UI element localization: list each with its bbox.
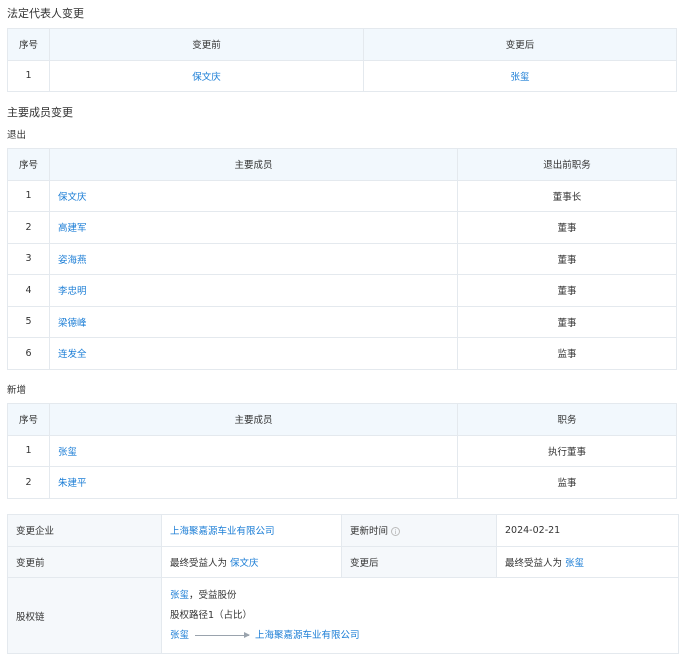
table-header-row: 序号 主要成员 职务	[7, 403, 677, 436]
beneficiary-info-table: 变更企业 上海聚嘉源车业有限公司 更新时间 i 2024-02-21 变更前 最终…	[7, 514, 679, 654]
person-link[interactable]: 张玺	[510, 72, 529, 83]
member-cell: 梁德峰	[49, 305, 458, 338]
role-cell: 监事	[457, 337, 677, 370]
member-cell: 连发全	[49, 337, 458, 370]
added-subtitle: 新增	[7, 385, 27, 396]
col-member-header: 主要成员	[49, 148, 458, 181]
after-cell: 最终受益人为 张玺	[496, 545, 679, 578]
role-cell: 董事	[457, 211, 677, 244]
member-cell: 保文庆	[49, 179, 458, 212]
company-link[interactable]: 上海聚嘉源车业有限公司	[170, 526, 275, 537]
role-cell: 董事	[457, 242, 677, 275]
chain-holder-line: 张玺，受益股份	[170, 586, 670, 606]
table-row: 2 朱建平 监事	[7, 466, 677, 499]
member-cell: 朱建平	[49, 466, 458, 499]
member-cell: 高建军	[49, 211, 458, 244]
row-index: 3	[7, 242, 50, 275]
table-row: 5 梁德峰 董事	[7, 305, 677, 338]
legal-rep-table: 序号 变更前 变更后 1 保文庆 张玺	[7, 28, 677, 92]
row-index: 6	[7, 337, 50, 370]
info-row: 变更企业 上海聚嘉源车业有限公司 更新时间 i 2024-02-21	[7, 514, 679, 547]
role-cell: 董事	[457, 305, 677, 338]
row-index: 2	[7, 466, 50, 499]
company-link[interactable]: 上海聚嘉源车业有限公司	[255, 630, 360, 641]
legal-rep-section-title: 法定代表人变更	[7, 7, 84, 20]
exit-members-table: 序号 主要成员 退出前职务 1 保文庆 董事长 2 高建军 董事 3 姿海燕 董…	[7, 148, 677, 370]
members-section-title: 主要成员变更	[7, 106, 73, 119]
table-row: 1 保文庆 董事长	[7, 179, 677, 212]
before-prefix: 最终受益人为	[170, 557, 228, 569]
member-link[interactable]: 李忠明	[58, 286, 87, 297]
col-role-header: 退出前职务	[457, 148, 677, 181]
col-role-header: 职务	[457, 403, 677, 436]
member-cell: 李忠明	[49, 274, 458, 307]
row-index: 1	[7, 434, 50, 467]
info-icon[interactable]: i	[391, 527, 401, 537]
person-link[interactable]: 保文庆	[192, 72, 221, 83]
chain-holder-suffix: ，受益股份	[189, 589, 237, 601]
chain-path-line: 张玺 上海聚嘉源车业有限公司	[170, 626, 670, 646]
company-label: 变更企业	[7, 514, 162, 547]
role-cell: 执行董事	[457, 434, 677, 467]
member-link[interactable]: 姿海燕	[58, 255, 87, 266]
member-link[interactable]: 保文庆	[58, 192, 87, 203]
person-link[interactable]: 张玺	[170, 590, 189, 601]
update-time-label: 更新时间	[350, 526, 389, 538]
exit-subtitle: 退出	[7, 130, 27, 141]
table-row: 1 保文庆 张玺	[7, 59, 677, 92]
after-prefix: 最终受益人为	[505, 557, 563, 569]
col-member-header: 主要成员	[49, 403, 458, 436]
person-link[interactable]: 保文庆	[230, 558, 259, 569]
after-label: 变更后	[341, 545, 497, 578]
row-index: 2	[7, 211, 50, 244]
member-link[interactable]: 连发全	[58, 349, 87, 360]
chain-label: 股权链	[7, 577, 162, 654]
table-header-row: 序号 主要成员 退出前职务	[7, 148, 677, 181]
role-cell: 董事长	[457, 179, 677, 212]
role-cell: 董事	[457, 274, 677, 307]
person-link[interactable]: 张玺	[170, 630, 189, 641]
update-time-label-cell: 更新时间 i	[341, 514, 497, 547]
legal-rep-after-cell: 张玺	[363, 59, 677, 92]
table-header-row: 序号 变更前 变更后	[7, 28, 677, 61]
arrow-right-icon	[195, 631, 251, 638]
chain-cell: 张玺，受益股份 股权路径1（占比） 张玺 上海聚嘉源车业有限公司	[161, 577, 679, 654]
row-index: 5	[7, 305, 50, 338]
row-index: 4	[7, 274, 50, 307]
col-after-header: 变更后	[363, 28, 677, 61]
row-index: 1	[7, 179, 50, 212]
legal-rep-before-cell: 保文庆	[49, 59, 364, 92]
table-row: 1 张玺 执行董事	[7, 434, 677, 467]
col-index-header: 序号	[7, 28, 50, 61]
update-time-value: 2024-02-21	[496, 514, 679, 547]
col-index-header: 序号	[7, 403, 50, 436]
chain-path-title: 股权路径1（占比）	[170, 609, 253, 621]
member-link[interactable]: 张玺	[58, 447, 77, 458]
col-before-header: 变更前	[49, 28, 364, 61]
before-cell: 最终受益人为 保文庆	[161, 545, 342, 578]
member-link[interactable]: 梁德峰	[58, 318, 87, 329]
company-cell: 上海聚嘉源车业有限公司	[161, 514, 342, 547]
info-row: 股权链 张玺，受益股份 股权路径1（占比） 张玺 上海聚嘉源车业有限公司	[7, 577, 679, 654]
table-row: 3 姿海燕 董事	[7, 242, 677, 275]
member-cell: 姿海燕	[49, 242, 458, 275]
role-cell: 监事	[457, 466, 677, 499]
member-link[interactable]: 高建军	[58, 223, 87, 234]
col-index-header: 序号	[7, 148, 50, 181]
added-members-table: 序号 主要成员 职务 1 张玺 执行董事 2 朱建平 监事	[7, 403, 677, 499]
member-link[interactable]: 朱建平	[58, 478, 87, 489]
row-index: 1	[7, 59, 50, 92]
table-row: 4 李忠明 董事	[7, 274, 677, 307]
member-cell: 张玺	[49, 434, 458, 467]
table-row: 2 高建军 董事	[7, 211, 677, 244]
info-row: 变更前 最终受益人为 保文庆 变更后 最终受益人为 张玺	[7, 545, 679, 578]
table-row: 6 连发全 监事	[7, 337, 677, 370]
before-label: 变更前	[7, 545, 162, 578]
person-link[interactable]: 张玺	[565, 558, 584, 569]
